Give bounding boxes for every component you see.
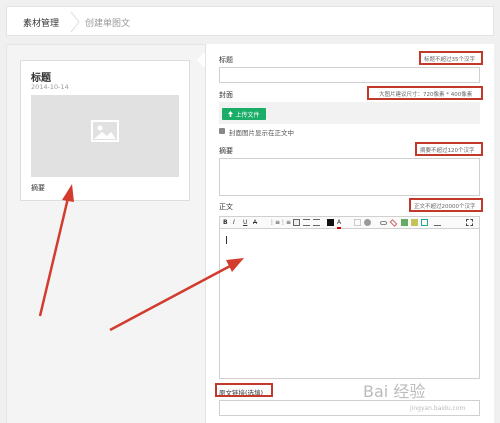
annotation-arrow-summary-line: [38, 197, 70, 317]
watermark-sub: jingyan.baidu.com: [410, 405, 466, 412]
annotation-arrow-body-line: [109, 263, 233, 332]
annotation-arrow-summary-head: [62, 184, 74, 202]
annotation-arrow-body-head: [226, 258, 244, 272]
annotation-arrows: [38, 184, 244, 332]
watermark: Bai 经验: [363, 382, 426, 401]
